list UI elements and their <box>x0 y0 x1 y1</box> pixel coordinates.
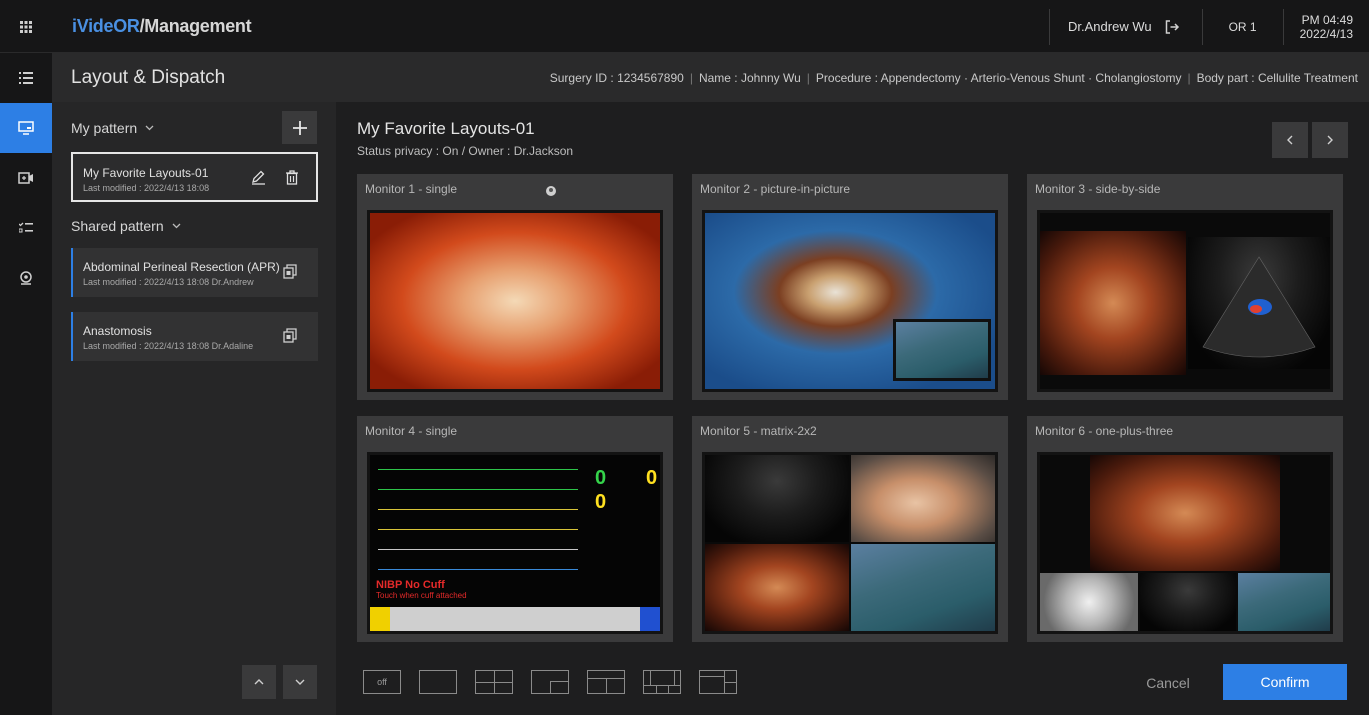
add-pattern-button[interactable] <box>282 111 317 144</box>
apps-grid-button[interactable] <box>0 0 52 53</box>
checklist-icon <box>19 222 33 233</box>
layout-one-plus-two-button[interactable] <box>699 670 737 694</box>
scroll-up-button[interactable] <box>242 665 276 699</box>
scroll-down-button[interactable] <box>283 665 317 699</box>
nav-layout-dispatch[interactable] <box>0 103 52 153</box>
video-feed-4 <box>851 544 995 631</box>
layout-single-button[interactable] <box>419 670 457 694</box>
layout-status: Status privacy : On / Owner : Dr.Jackson <box>357 144 574 158</box>
list-icon <box>19 72 33 84</box>
vitals-toolbar <box>370 607 660 631</box>
layout-off-button[interactable]: off <box>363 670 401 694</box>
monitor-3-screen <box>1037 210 1333 392</box>
monitor-5-screen <box>702 452 998 634</box>
monitor-6[interactable]: Monitor 6 - one-plus-three <box>1027 416 1343 642</box>
pattern-panel: My pattern My Favorite Layouts-01 Last m… <box>52 102 336 715</box>
user-menu[interactable]: Dr.Andrew Wu <box>1050 19 1202 35</box>
video-feed-sub-2 <box>1140 573 1236 631</box>
surgery-info: Surgery ID : 1234567890 | Name : Johnny Wu… <box>549 71 1358 85</box>
spo2-value: 0 <box>595 491 607 513</box>
page-title: Layout & Dispatch <box>71 67 226 88</box>
webcam-icon <box>20 271 32 285</box>
monitor-4-screen: 0 0 0 NIBP No Cuff Touch when cuff attac… <box>367 452 663 634</box>
layout-one-plus-three-button[interactable] <box>643 670 681 694</box>
copy-icon[interactable] <box>283 328 297 343</box>
monitor-4[interactable]: Monitor 4 - single 0 0 0 NIBP No Cuff To… <box>357 416 673 642</box>
pattern-card-my-favorite[interactable]: My Favorite Layouts-01 Last modified : 2… <box>71 152 318 202</box>
prev-layout-button[interactable] <box>1272 122 1308 158</box>
trash-icon[interactable] <box>285 170 299 185</box>
user-name: Dr.Andrew Wu <box>1068 19 1152 34</box>
nav-checklist[interactable] <box>0 203 52 253</box>
layout-side-by-side-button[interactable] <box>587 670 625 694</box>
body-part: Body part : Cellulite Treatment <box>1196 71 1358 85</box>
chevron-up-icon <box>254 679 264 685</box>
chevron-left-icon <box>1287 135 1293 145</box>
nibp-alert: NIBP No Cuff <box>376 579 445 591</box>
monitor-2[interactable]: Monitor 2 - picture-in-picture <box>692 174 1008 400</box>
monitor-1[interactable]: Monitor 1 - single <box>357 174 673 400</box>
chevron-right-icon <box>1327 135 1333 145</box>
pulse-value: 0 <box>646 467 658 489</box>
nav-video[interactable] <box>0 153 52 203</box>
monitor-1-screen <box>367 210 663 392</box>
logout-icon[interactable] <box>1164 19 1180 35</box>
nav-menu[interactable] <box>0 53 52 103</box>
layout-matrix-button[interactable] <box>475 670 513 694</box>
monitor-2-screen <box>702 210 998 392</box>
patient-name: Name : Johnny Wu <box>698 71 801 85</box>
chevron-down-icon <box>295 679 305 685</box>
heart-rate-value: 0 <box>595 467 607 489</box>
nibp-hint: Touch when cuff attached <box>376 591 467 600</box>
procedure: Procedure : Appendectomy · Arterio-Venou… <box>815 71 1182 85</box>
nav-webcam[interactable] <box>0 253 52 303</box>
video-feed-3 <box>705 544 849 631</box>
cancel-button[interactable]: Cancel <box>1112 666 1224 700</box>
clock-date: 2022/4/13 <box>1299 26 1353 41</box>
plus-icon <box>292 120 307 135</box>
layout-title: My Favorite Layouts-01 <box>357 119 535 138</box>
pattern-card-apr[interactable]: Abdominal Perineal Resection (APR) Last … <box>71 248 318 297</box>
clock: PM 04:49 2022/4/13 <box>1284 13 1369 41</box>
chevron-down-icon <box>145 125 154 131</box>
surgery-id: Surgery ID : 1234567890 <box>549 71 684 85</box>
hand-pointer-icon <box>546 186 556 196</box>
layout-pip-button[interactable] <box>531 670 569 694</box>
pattern-card-anastomosis[interactable]: Anastomosis Last modified : 2022/4/13 18… <box>71 312 318 361</box>
video-feed-right <box>1188 237 1330 369</box>
video-camera-icon <box>18 172 33 184</box>
monitor-3[interactable]: Monitor 3 - side-by-side <box>1027 174 1343 400</box>
video-feed-1 <box>705 455 849 542</box>
chevron-down-icon <box>172 223 181 229</box>
video-feed-left <box>1040 231 1186 375</box>
next-layout-button[interactable] <box>1312 122 1348 158</box>
video-feed-sub-1 <box>1040 573 1138 631</box>
operating-room: OR 1 <box>1228 19 1257 34</box>
copy-icon[interactable] <box>283 264 297 279</box>
monitor-6-screen <box>1037 452 1333 634</box>
monitor-icon <box>18 121 34 135</box>
edit-icon[interactable] <box>251 170 266 185</box>
clock-time: PM 04:49 <box>1301 12 1353 27</box>
monitor-5[interactable]: Monitor 5 - matrix-2x2 <box>692 416 1008 642</box>
top-bar: iVideOR/Management Dr.Andrew Wu OR 1 PM … <box>0 0 1369 53</box>
video-feed-2 <box>851 455 995 542</box>
nav-rail <box>0 53 52 715</box>
video-feed <box>370 213 660 389</box>
page-header: Layout & Dispatch Surgery ID : 123456789… <box>52 53 1369 102</box>
video-feed-main <box>1090 455 1280 571</box>
my-pattern-toggle[interactable]: My pattern <box>71 120 154 136</box>
pip-video-feed <box>893 319 991 381</box>
video-feed-sub-3 <box>1238 573 1330 631</box>
layout-main: My Favorite Layouts-01 Status privacy : … <box>336 102 1369 715</box>
shared-pattern-toggle[interactable]: Shared pattern <box>71 218 181 234</box>
grid-icon <box>20 20 32 33</box>
confirm-button[interactable]: Confirm <box>1223 664 1347 700</box>
app-logo: iVideOR/Management <box>72 16 252 36</box>
